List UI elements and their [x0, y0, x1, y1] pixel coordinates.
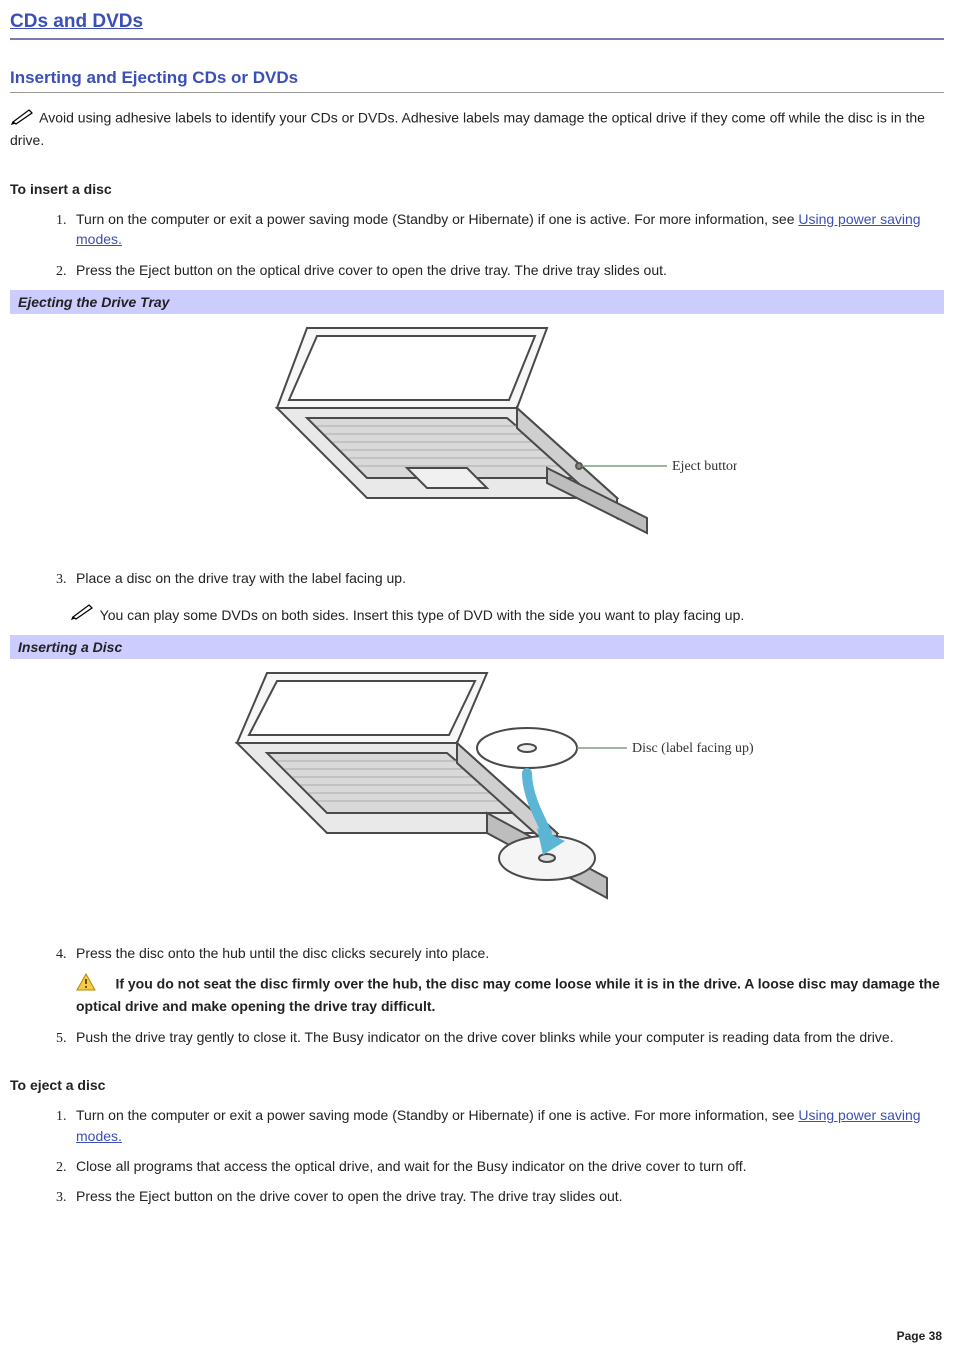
laptop-insert-illustration: Disc (label facing up) — [197, 663, 757, 923]
eject-step-3: Press the Eject button on the drive cove… — [70, 1186, 944, 1206]
figure-label-eject-button: Eject button — [672, 459, 737, 474]
eject-step-2: Close all programs that access the optic… — [70, 1156, 944, 1176]
warning-seat-disc: If you do not seat the disc firmly over … — [76, 973, 944, 1017]
page-footer: Page 38 — [897, 1328, 942, 1345]
note-dvd-both-sides-text: You can play some DVDs on both sides. In… — [100, 607, 745, 623]
warning-seat-disc-text: If you do not seat the disc firmly over … — [76, 975, 940, 1014]
insert-step-2: Press the Eject button on the optical dr… — [70, 260, 944, 280]
page-title: CDs and DVDs — [10, 8, 944, 40]
insert-steps-4-5: Press the disc onto the hub until the di… — [10, 943, 944, 1047]
page: CDs and DVDs Inserting and Ejecting CDs … — [0, 0, 954, 1351]
note-adhesive: Avoid using adhesive labels to identify … — [10, 107, 944, 151]
eject-steps: Turn on the computer or exit a power sav… — [10, 1105, 944, 1206]
note-icon — [70, 607, 100, 623]
insert-step-5: Push the drive tray gently to close it. … — [70, 1027, 944, 1047]
insert-step-1: Turn on the computer or exit a power sav… — [70, 209, 944, 250]
warning-icon — [76, 973, 96, 996]
eject-step-1: Turn on the computer or exit a power sav… — [70, 1105, 944, 1146]
subhead-insert: To insert a disc — [10, 179, 944, 199]
note-dvd-both-sides: You can play some DVDs on both sides. In… — [10, 602, 944, 625]
figure-eject-tray: Eject button — [10, 318, 944, 553]
laptop-eject-illustration: Eject button — [217, 318, 737, 548]
figure-label-disc-up: Disc (label facing up) — [632, 741, 754, 756]
caption-eject-tray: Ejecting the Drive Tray — [10, 290, 944, 314]
insert-step-1-pre: Turn on the computer or exit a power sav… — [76, 211, 798, 227]
insert-step-4: Press the disc onto the hub until the di… — [70, 943, 944, 1017]
caption-insert-disc: Inserting a Disc — [10, 635, 944, 659]
note-adhesive-text: Avoid using adhesive labels to identify … — [10, 110, 925, 149]
insert-steps-3: Place a disc on the drive tray with the … — [10, 568, 944, 588]
subhead-eject: To eject a disc — [10, 1075, 944, 1095]
insert-step-4-text: Press the disc onto the hub until the di… — [76, 945, 489, 961]
note-icon — [10, 107, 36, 130]
figure-insert-disc: Disc (label facing up) — [10, 663, 944, 928]
insert-step-3: Place a disc on the drive tray with the … — [70, 568, 944, 588]
insert-steps-1-2: Turn on the computer or exit a power sav… — [10, 209, 944, 280]
eject-step-1-pre: Turn on the computer or exit a power sav… — [76, 1107, 798, 1123]
section-title: Inserting and Ejecting CDs or DVDs — [10, 66, 944, 94]
